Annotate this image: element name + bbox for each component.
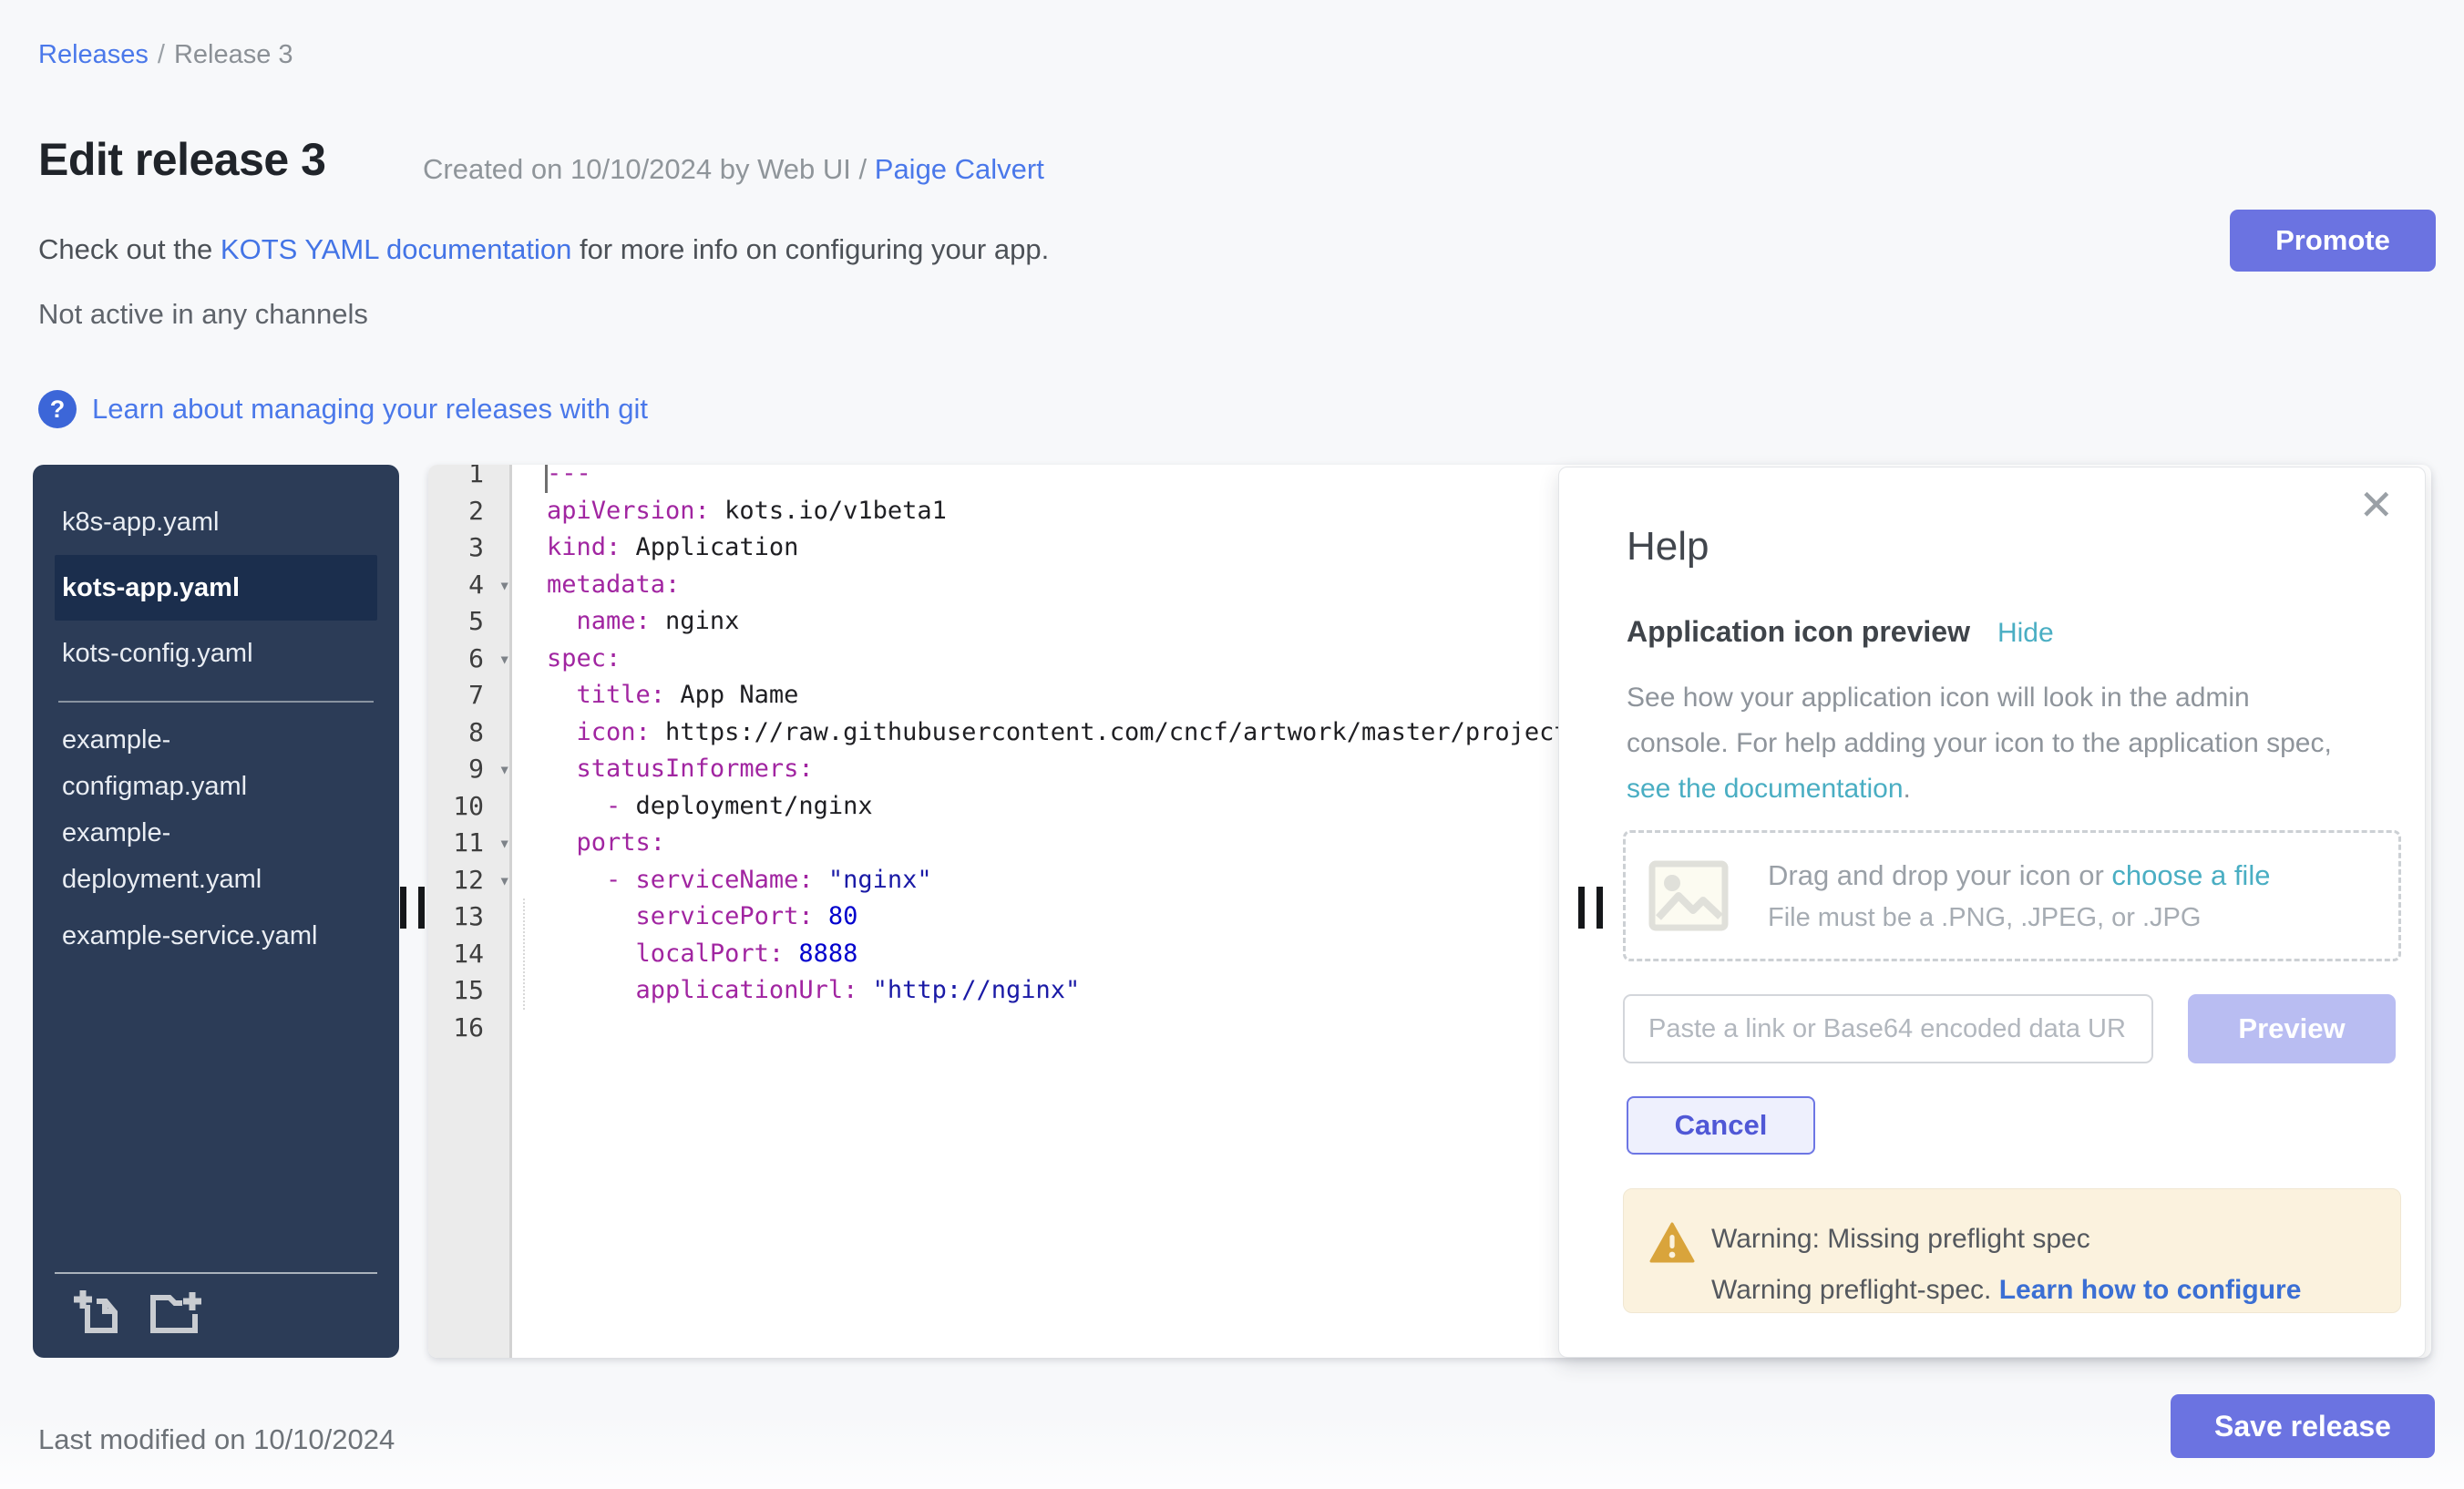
preflight-warning: Warning: Missing preflight spec Warning …	[1623, 1188, 2401, 1313]
doc-hint-line: Check out the KOTS YAML documentation fo…	[38, 233, 1049, 266]
desc-line-2: console. For help adding your icon to th…	[1627, 728, 2332, 758]
line-number-5: 5	[428, 603, 509, 641]
page-title: Edit release 3	[38, 133, 325, 186]
breadcrumb: Releases / Release 3	[38, 40, 293, 70]
warning-triangle-icon	[1649, 1222, 1695, 1264]
image-placeholder-icon	[1648, 859, 1730, 932]
help-title: Help	[1627, 524, 1709, 570]
desc-period: .	[1904, 774, 1911, 804]
new-folder-icon	[148, 1325, 204, 1339]
channel-status: Not active in any channels	[38, 298, 368, 331]
line-number-14: 14	[428, 936, 509, 973]
fold-arrow-icon[interactable]: ▾	[498, 862, 510, 899]
kots-yaml-doc-link[interactable]: KOTS YAML documentation	[221, 233, 571, 265]
file-item-example-service.yaml[interactable]: example-service.yaml	[55, 903, 377, 969]
warning-detail-text: Warning preflight-spec.	[1711, 1275, 1991, 1305]
fold-arrow-icon[interactable]: ▾	[498, 567, 510, 604]
dropzone-label: Drag and drop your icon or	[1768, 859, 2104, 891]
file-item-example-deployment.yaml[interactable]: example-deployment.yaml	[55, 810, 377, 903]
line-number-6: 6▾	[428, 641, 509, 678]
warning-title: Warning: Missing preflight spec	[1711, 1224, 2090, 1255]
git-help-label: Learn about managing your releases with …	[92, 393, 648, 426]
created-text: Created on 10/10/2024 by Web UI /	[423, 153, 867, 185]
sidebar-footer	[55, 1272, 377, 1352]
see-documentation-link[interactable]: see the documentation	[1627, 774, 1904, 804]
created-line: Created on 10/10/2024 by Web UI / Paige …	[423, 153, 1044, 186]
line-number-13: 13	[428, 899, 509, 936]
promote-button[interactable]: Promote	[2230, 210, 2436, 272]
help-panel: ✕ Help Application icon preview Hide See…	[1558, 467, 2426, 1358]
desc-line-1: See how your application icon will look …	[1627, 683, 2250, 713]
new-folder-button[interactable]	[148, 1289, 204, 1336]
dropzone-hint: File must be a .PNG, .JPEG, or .JPG	[1768, 903, 2270, 933]
editor-gutter: 1234▾56▾789▾1011▾12▾13141516	[428, 465, 512, 1358]
indent-guide	[523, 899, 525, 1010]
file-item-kots-config.yaml[interactable]: kots-config.yaml	[55, 621, 377, 686]
line-number-2: 2	[428, 493, 509, 530]
fold-arrow-icon[interactable]: ▾	[498, 641, 510, 678]
close-icon[interactable]: ✕	[2358, 480, 2394, 529]
learn-configure-link[interactable]: Learn how to configure	[1999, 1275, 2302, 1305]
icon-link-row: Preview	[1623, 994, 2396, 1063]
doc-hint-suffix: for more info on configuring your app.	[580, 233, 1049, 265]
doc-hint-prefix: Check out the	[38, 233, 212, 265]
icon-dropzone[interactable]: Drag and drop your icon or choose a file…	[1623, 830, 2401, 961]
line-number-3: 3	[428, 529, 509, 567]
hide-link[interactable]: Hide	[1997, 618, 2054, 649]
help-description: See how your application icon will look …	[1627, 675, 2332, 812]
line-number-15: 15	[428, 972, 509, 1010]
icon-preview-section: Application icon preview Hide	[1627, 615, 2054, 649]
text-cursor	[545, 465, 548, 493]
fold-arrow-icon[interactable]: ▾	[498, 751, 510, 788]
file-sidebar: k8s-app.yamlkots-app.yamlkots-config.yam…	[33, 465, 399, 1358]
warning-detail: Warning preflight-spec. Learn how to con…	[1711, 1275, 2301, 1306]
git-help-link[interactable]: ? Learn about managing your releases wit…	[38, 390, 648, 428]
file-group-examples: example-configmap.yamlexample-deployment…	[33, 717, 399, 969]
sidebar-resize-handle[interactable]	[398, 887, 426, 929]
breadcrumb-releases-link[interactable]: Releases	[38, 40, 149, 69]
breadcrumb-separator: /	[158, 40, 165, 69]
icon-url-input[interactable]	[1623, 994, 2153, 1063]
help-resize-handle[interactable]	[1576, 887, 1605, 929]
author-link[interactable]: Paige Calvert	[875, 153, 1044, 185]
fold-arrow-icon[interactable]: ▾	[498, 825, 510, 862]
file-item-kots-app.yaml[interactable]: kots-app.yaml	[55, 555, 377, 621]
sidebar-divider	[58, 701, 374, 703]
new-file-button[interactable]	[73, 1289, 124, 1336]
question-circle-icon: ?	[38, 390, 77, 428]
last-modified: Last modified on 10/10/2024	[38, 1423, 395, 1456]
line-number-8: 8	[428, 714, 509, 752]
new-file-icon	[73, 1325, 124, 1339]
file-item-k8s-app.yaml[interactable]: k8s-app.yaml	[55, 489, 377, 555]
line-number-4: 4▾	[428, 567, 509, 604]
line-number-10: 10	[428, 788, 509, 826]
breadcrumb-current: Release 3	[174, 40, 293, 69]
line-number-16: 16	[428, 1010, 509, 1047]
save-release-button[interactable]: Save release	[2171, 1394, 2435, 1458]
preview-button[interactable]: Preview	[2188, 994, 2396, 1063]
cancel-button[interactable]: Cancel	[1627, 1096, 1815, 1155]
file-group-kots: k8s-app.yamlkots-app.yamlkots-config.yam…	[33, 465, 399, 686]
section-title: Application icon preview	[1627, 615, 1970, 649]
line-number-9: 9▾	[428, 751, 509, 788]
choose-file-link[interactable]: choose a file	[2111, 859, 2270, 891]
dropzone-text: Drag and drop your icon or choose a file…	[1768, 859, 2270, 933]
line-number-11: 11▾	[428, 825, 509, 862]
line-number-7: 7	[428, 677, 509, 714]
line-number-12: 12▾	[428, 862, 509, 899]
line-number-1: 1	[428, 465, 509, 493]
file-item-example-configmap.yaml[interactable]: example-configmap.yaml	[55, 717, 377, 810]
